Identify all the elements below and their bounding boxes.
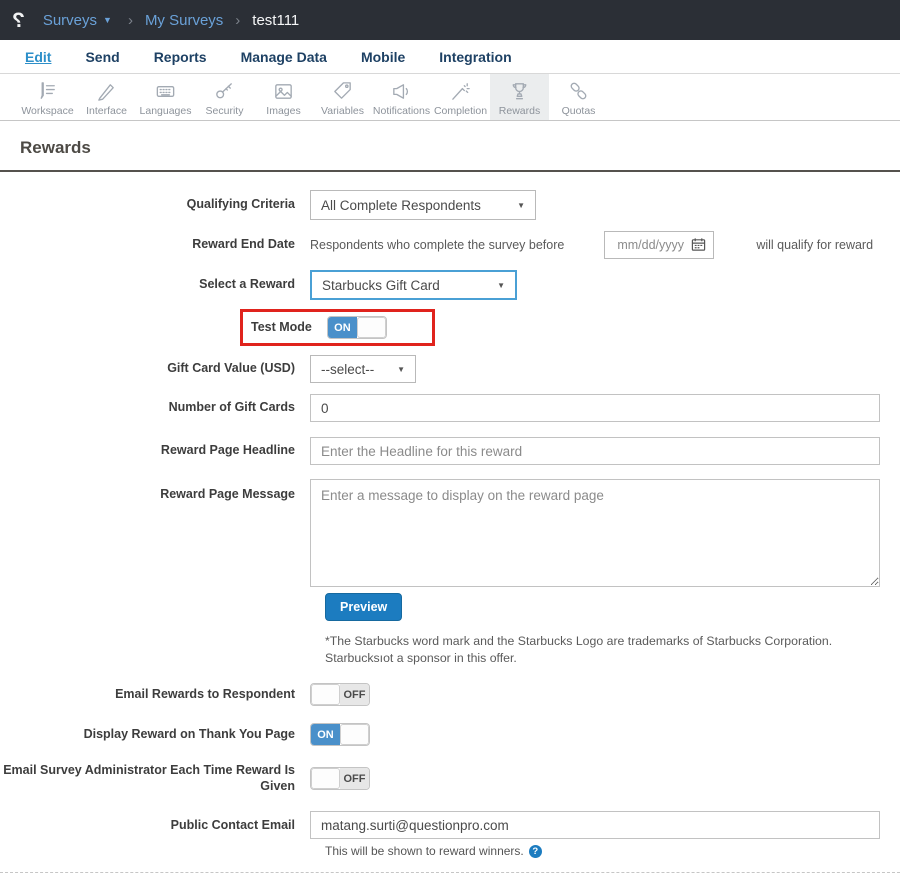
select-reward-label: Select a Reward [199,277,295,292]
end-date-field-wrap [604,231,715,259]
help-question-icon[interactable]: ? [528,844,542,858]
bottom-dashed-divider [0,872,900,874]
qualifying-criteria-row: Qualifying Criteria All Complete Respond… [0,190,900,220]
email-helper-text: This will be shown to reward winners. [325,844,524,859]
breadcrumb-surveys[interactable]: Surveys [43,12,97,29]
select-arrow-icon: ▼ [497,280,505,290]
display-reward-label: Display Reward on Thank You Page [83,726,295,741]
tab-integration[interactable]: Integration [439,49,511,65]
tab-send[interactable]: Send [85,49,119,65]
public-contact-email-row: Public Contact Email [0,811,900,840]
toggle-handle [311,684,340,706]
megaphone-icon [393,84,409,99]
toolbar-item-images[interactable]: Images [254,74,313,120]
top-header-bar: ? Surveys ▼ › My Surveys › test111 [0,0,900,40]
tab-edit[interactable]: Edit [25,49,51,65]
edit-section-toolbar: Workspace Interface Languages Security I… [0,74,900,121]
select-reward-select[interactable]: Starbucks Gift Card ▼ [310,270,517,300]
toolbar-item-languages[interactable]: Languages [136,74,195,120]
public-contact-email-input[interactable] [310,811,880,840]
toggle-handle [340,724,369,746]
qualifying-criteria-select[interactable]: All Complete Respondents ▼ [310,190,536,220]
questionpro-logo-icon[interactable]: ? [12,9,25,32]
toggle-handle [356,317,386,338]
select-reward-row: Select a Reward Starbucks Gift Card ▼ [0,270,900,300]
qualifying-criteria-label: Qualifying Criteria [186,197,295,212]
test-mode-label: Test Mode [251,319,312,334]
email-admin-toggle[interactable]: OFF [310,767,370,791]
workspace-icon [40,82,55,99]
reward-page-headline-input[interactable] [310,437,880,465]
select-arrow-icon: ▼ [517,200,525,210]
chain-links-icon [570,82,587,100]
reward-page-headline-label: Reward Page Headline [160,443,295,458]
toolbar-item-quotas[interactable]: Quotas [549,74,608,120]
test-mode-row: Test Mode ON [0,309,900,346]
number-of-gift-cards-label: Number of Gift Cards [168,400,295,415]
test-mode-annotation-box: Test Mode ON [240,309,435,346]
tab-reports[interactable]: Reports [154,49,207,65]
display-reward-toggle[interactable]: ON [310,723,370,747]
toggle-handle [311,768,340,790]
gift-card-value-label: Gift Card Value (USD) [167,361,295,376]
image-icon [275,84,292,99]
tab-manage-data[interactable]: Manage Data [241,49,327,65]
toolbar-item-interface[interactable]: Interface [77,74,136,120]
key-icon [216,83,232,99]
reward-page-message-label: Reward Page Message [160,487,295,501]
preview-button[interactable]: Preview [325,593,403,621]
breadcrumb-separator: › [127,11,133,29]
page-title: Rewards [20,138,91,157]
reward-page-message-row: Reward Page Message [0,479,900,587]
toolbar-item-workspace[interactable]: Workspace [18,74,77,120]
display-reward-row: Display Reward on Thank You Page ON [0,723,900,747]
gift-card-value-select[interactable]: --select-- ▼ [310,355,416,383]
email-admin-row: Email Survey Administrator Each Time Rew… [0,763,900,794]
test-mode-toggle[interactable]: ON [326,316,387,339]
number-of-gift-cards-row: Number of Gift Cards [0,394,900,422]
tab-mobile[interactable]: Mobile [361,49,405,65]
email-rewards-label: Email Rewards to Respondent [115,686,295,701]
breadcrumb-separator: › [235,11,241,29]
reward-page-message-textarea[interactable] [310,479,880,587]
gift-card-value-row: Gift Card Value (USD) --select-- ▼ [0,355,900,383]
toolbar-item-rewards[interactable]: Rewards [490,74,549,120]
reward-page-headline-row: Reward Page Headline [0,437,900,465]
toolbar-item-security[interactable]: Security [195,74,254,120]
starbucks-disclaimer-text: *The Starbucks word mark and the Starbuc… [325,634,833,665]
end-date-prefix-text: Respondents who complete the survey befo… [310,238,565,252]
keyboard-icon [156,86,175,97]
trophy-icon [512,83,527,100]
email-helper-row: This will be shown to reward winners. ? [325,844,900,858]
main-tab-nav: Edit Send Reports Manage Data Mobile Int… [0,40,900,74]
rewards-form: Qualifying Criteria All Complete Respond… [0,172,900,874]
toolbar-item-variables[interactable]: Variables [313,74,372,120]
reward-end-date-label: Reward End Date [192,237,295,252]
breadcrumb-current-survey: test111 [252,11,300,29]
email-rewards-row: Email Rewards to Respondent OFF [0,683,900,707]
tag-icon [334,82,351,99]
preview-row: Preview [325,593,900,621]
calendar-icon[interactable] [691,237,706,252]
email-admin-label: Email Survey Administrator Each Time Rew… [3,763,295,793]
end-date-suffix-text: will qualify for reward [756,238,874,252]
toolbar-item-notifications[interactable]: Notifications [372,74,431,120]
rewards-settings-page: ? Surveys ▼ › My Surveys › test111 Edit … [0,0,900,874]
number-of-gift-cards-input[interactable] [310,394,880,422]
pen-icon [98,84,114,101]
email-rewards-toggle[interactable]: OFF [310,683,370,707]
magic-wand-icon [452,83,470,100]
chevron-down-icon[interactable]: ▼ [103,15,112,25]
select-arrow-icon: ▼ [397,364,405,374]
toolbar-item-completion[interactable]: Completion [431,74,490,120]
breadcrumb-my-surveys[interactable]: My Surveys [145,12,223,29]
reward-end-date-row: Reward End Date Respondents who complete… [0,231,900,259]
public-contact-email-label: Public Contact Email [170,817,295,832]
